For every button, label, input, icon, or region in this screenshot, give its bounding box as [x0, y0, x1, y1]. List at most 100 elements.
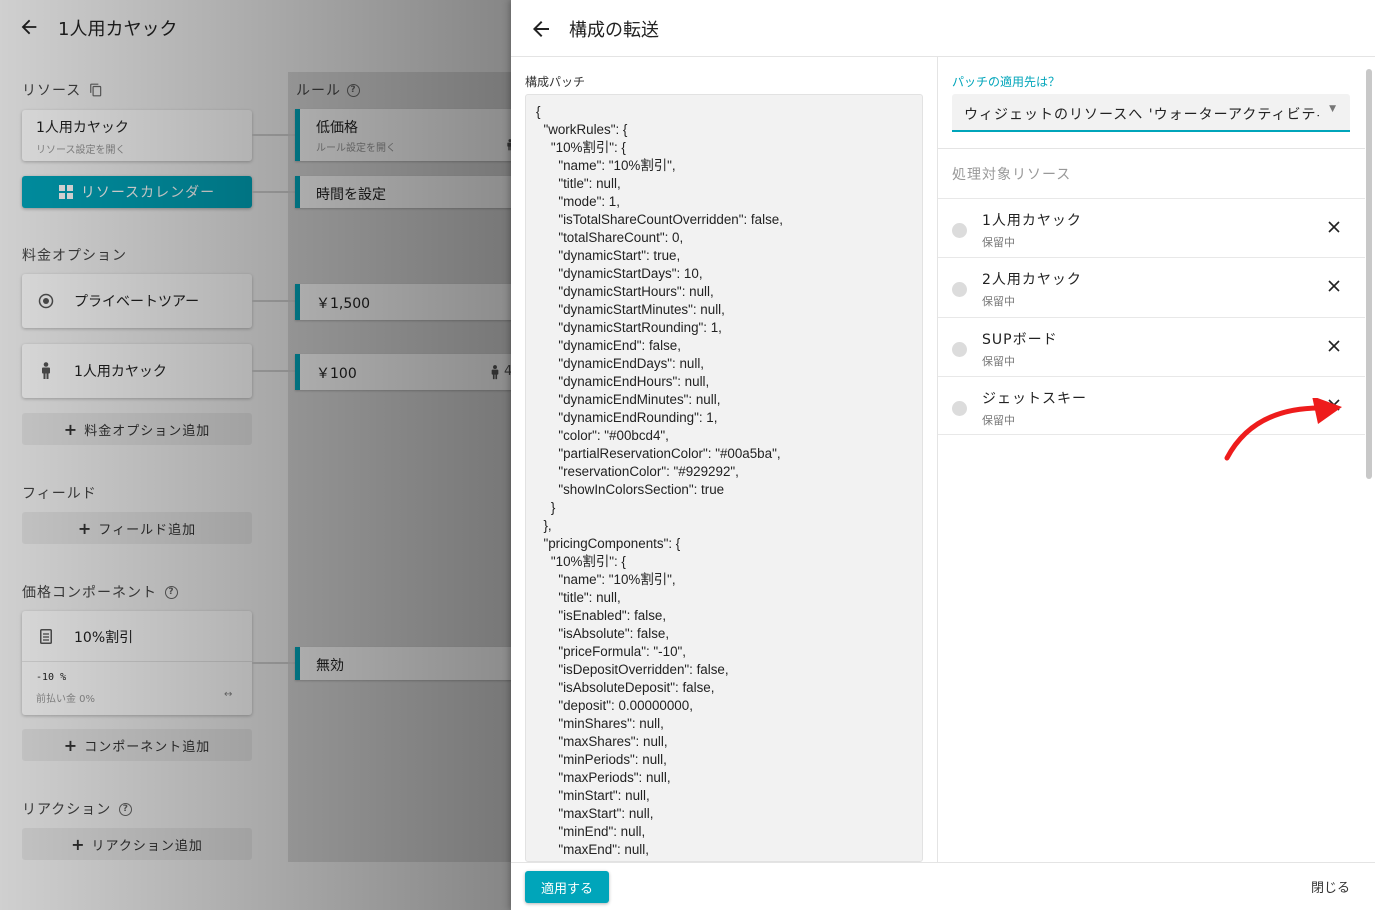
resource-status: 保留中: [982, 355, 1015, 368]
pricing-option-title: プライベートツアー: [74, 294, 200, 310]
rule-title: ￥100: [316, 366, 357, 382]
help-icon[interactable]: ?: [165, 585, 178, 599]
plus-icon: +: [77, 518, 93, 538]
remove-icon[interactable]: [1326, 219, 1342, 235]
status-dot-icon: [952, 223, 967, 238]
resource-name: SUPボード: [982, 332, 1058, 348]
pricing-option-card[interactable]: プライベートツアー: [22, 274, 252, 328]
resource-item: 2人用カヤック 保留中: [938, 257, 1365, 316]
connector-line: [252, 191, 295, 193]
resource-calendar-label: リソースカレンダー: [80, 185, 216, 201]
divider: [22, 661, 252, 662]
scrollbar-thumb[interactable]: [1366, 69, 1372, 479]
resource-status: 保留中: [982, 295, 1015, 308]
rule-title: 時間を設定: [316, 187, 386, 203]
expand-icon[interactable]: ↔: [224, 689, 232, 700]
price-component-deposit: 前払い金 0%: [36, 694, 96, 705]
target-select-value: ウィジェットのリソースへ 'ウォーターアクティビティ: [964, 107, 1319, 123]
drawer-footer: 適用する 閉じる: [511, 862, 1375, 910]
plus-icon: +: [63, 419, 79, 439]
price-component-value: -10 %: [36, 672, 67, 683]
patch-textarea[interactable]: { "workRules": { "10%割引": { "name": "10%…: [525, 94, 923, 862]
rule-card[interactable]: 無効: [295, 647, 535, 680]
status-dot-icon: [952, 282, 967, 297]
apply-button[interactable]: 適用する: [525, 871, 609, 903]
patch-pane: 構成パッチ { "workRules": { "10%割引": { "name"…: [511, 57, 938, 862]
pricing-option-title: 1人用カヤック: [74, 364, 167, 380]
price-component-title: 10%割引: [74, 630, 134, 646]
page-title: 1人用カヤック: [58, 19, 178, 40]
add-pricing-option-button[interactable]: + 料金オプション追加: [22, 413, 252, 445]
section-reactions: リアクション ?: [22, 799, 133, 819]
dropdown-caret-icon: ▼: [1329, 104, 1336, 114]
connector-line: [252, 134, 295, 136]
drawer-title: 構成の転送: [569, 20, 659, 41]
resource-item: 1人用カヤック 保留中: [938, 198, 1365, 257]
add-component-button[interactable]: + コンポーネント追加: [22, 729, 252, 761]
connector-line: [252, 662, 295, 664]
document-icon: [40, 629, 52, 644]
status-dot-icon: [952, 401, 967, 416]
grid-icon: [58, 185, 73, 199]
rule-title: 無効: [316, 658, 344, 674]
rule-subtitle: ルール設定を開く: [316, 143, 396, 154]
section-price-components: 価格コンポーネント ?: [22, 582, 178, 602]
rules-header: ルール ?: [296, 80, 360, 100]
section-price-components-label: 価格コンポーネント: [22, 585, 157, 601]
patch-code: { "workRules": { "10%割引": { "name": "10%…: [536, 104, 783, 857]
rule-card[interactable]: 時間を設定: [295, 176, 535, 208]
resource-card-subtitle: リソース設定を開く: [36, 145, 126, 156]
pricing-option-card[interactable]: 1人用カヤック: [22, 344, 252, 398]
price-component-card[interactable]: 10%割引 -10 % 前払い金 0% ↔: [22, 611, 252, 715]
copy-icon[interactable]: [89, 83, 103, 97]
remove-icon[interactable]: [1326, 338, 1342, 354]
patch-label: 構成パッチ: [525, 75, 586, 89]
target-select[interactable]: ウィジェットのリソースへ 'ウォーターアクティビティ ▼: [952, 94, 1350, 132]
add-field-button[interactable]: + フィールド追加: [22, 512, 252, 544]
close-button[interactable]: 閉じる: [1311, 877, 1350, 896]
back-arrow-icon[interactable]: [529, 17, 553, 41]
rule-card[interactable]: 低価格 ルール設定を開く: [295, 109, 535, 161]
status-dot-icon: [952, 342, 967, 357]
resource-name: 1人用カヤック: [982, 213, 1082, 229]
plus-icon: +: [71, 834, 86, 854]
resources-header: 処理対象リソース: [952, 167, 1072, 183]
target-label: パッチの適用先は？: [952, 75, 1061, 89]
resource-calendar-button[interactable]: リソースカレンダー: [22, 176, 252, 208]
rule-card[interactable]: ￥100 4: [295, 354, 535, 390]
resource-name: 2人用カヤック: [982, 272, 1082, 288]
rules-header-label: ルール: [296, 83, 341, 99]
add-field-label: フィールド追加: [98, 522, 197, 538]
section-pricing-options: 料金オプション: [22, 248, 127, 264]
rule-card[interactable]: ￥1,500: [295, 284, 535, 320]
resource-item: SUPボード 保留中: [938, 317, 1365, 376]
add-component-label: コンポーネント追加: [84, 739, 211, 755]
scrollbar[interactable]: [1365, 69, 1373, 864]
section-resource-label: リソース: [22, 83, 82, 99]
resource-card-title: 1人用カヤック: [36, 120, 129, 136]
help-icon[interactable]: ?: [347, 83, 360, 97]
connector-line: [252, 370, 295, 372]
divider: [938, 148, 1365, 149]
remove-icon[interactable]: [1326, 278, 1342, 294]
connector-line: [252, 300, 295, 302]
person-icon: [491, 365, 499, 380]
rule-title: 低価格: [316, 120, 358, 136]
person-icon: [42, 362, 50, 379]
section-resource: リソース: [22, 80, 103, 100]
section-reactions-label: リアクション: [22, 802, 112, 818]
annotation-arrow-icon: [1224, 398, 1342, 461]
add-reaction-label: リアクション追加: [91, 838, 203, 854]
help-icon[interactable]: ?: [119, 802, 133, 816]
resource-name: ジェットスキー: [982, 391, 1087, 407]
resource-status: 保留中: [982, 414, 1015, 427]
back-arrow-icon[interactable]: [18, 16, 40, 38]
add-reaction-button[interactable]: + リアクション追加: [22, 828, 252, 860]
add-pricing-option-label: 料金オプション追加: [84, 423, 211, 439]
target-icon: [38, 293, 54, 309]
resource-card[interactable]: 1人用カヤック リソース設定を開く: [22, 110, 252, 161]
resource-status: 保留中: [982, 236, 1015, 249]
plus-icon: +: [63, 735, 79, 755]
drawer-header: 構成の転送: [511, 0, 1375, 57]
rule-title: ￥1,500: [316, 296, 371, 312]
